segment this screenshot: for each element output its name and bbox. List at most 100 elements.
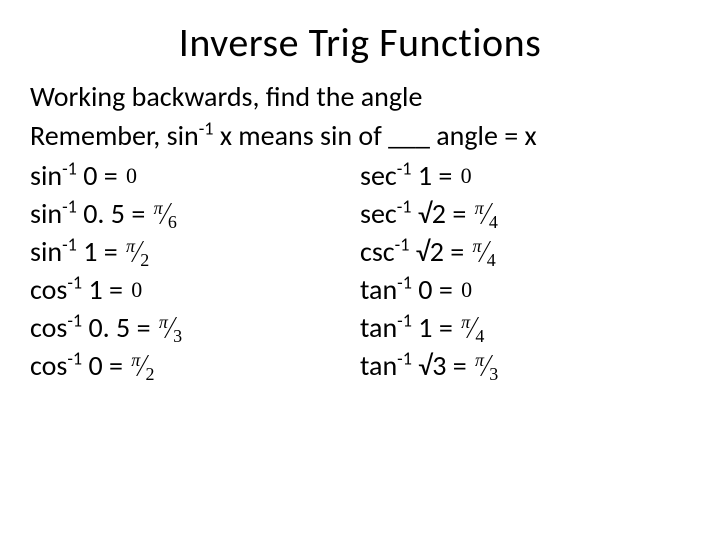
columns: sin-1 0 = 0sin-1 0. 5 = π⁄6sin-1 1 = π⁄2… [30, 157, 690, 385]
equation-row: sec-1 1 = 0 [360, 157, 690, 195]
zero-answer: 0 [461, 161, 472, 191]
argument: 0 = [77, 158, 124, 193]
equation-lhs: sec-1 1 = [360, 157, 459, 195]
superscript: -1 [397, 348, 412, 370]
fraction-answer: π⁄2 [131, 345, 154, 387]
argument: 1 = [77, 234, 124, 269]
intro-line-1: Working backwards, find the angle [30, 79, 690, 114]
function-name: tan [360, 348, 397, 383]
function-name: cos [30, 348, 67, 383]
fraction-denominator: 2 [146, 362, 155, 386]
fraction-numerator: π [461, 310, 470, 334]
equation-row: sin-1 0 = 0 [30, 157, 360, 195]
fraction-slash: ⁄ [136, 231, 140, 273]
equation-lhs: cos-1 0 = [30, 347, 129, 385]
equation-row: sin-1 1 = π⁄2 [30, 233, 360, 271]
fraction-slash: ⁄ [471, 307, 475, 349]
argument: 0 = [412, 272, 459, 307]
equation-lhs: tan-1 1 = [360, 309, 459, 347]
superscript: -1 [62, 158, 77, 180]
fraction-answer: π⁄3 [475, 345, 498, 387]
fraction-denominator: 4 [487, 248, 496, 272]
superscript: -1 [397, 196, 412, 218]
fraction-answer: π⁄4 [473, 231, 496, 273]
equation-lhs: sin-1 0. 5 = [30, 195, 152, 233]
intro-line-2: Remember, sin-1 x means sin of ___ angle… [30, 118, 690, 153]
argument: √3 = [412, 348, 473, 383]
equation-lhs: cos-1 1 = [30, 271, 129, 309]
equation-row: sin-1 0. 5 = π⁄6 [30, 195, 360, 233]
function-name: sec [360, 158, 397, 193]
superscript: -1 [397, 310, 412, 332]
argument: 0. 5 = [82, 310, 157, 345]
equation-row: cos-1 1 = 0 [30, 271, 360, 309]
equation-row: cos-1 0 = π⁄2 [30, 347, 360, 385]
superscript: -1 [67, 348, 82, 370]
fraction-numerator: π [475, 348, 484, 372]
fraction-denominator: 2 [140, 248, 149, 272]
superscript: -1 [395, 234, 410, 256]
superscript: -1 [67, 310, 82, 332]
page-title: Inverse Trig Functions [30, 18, 690, 67]
fraction-answer: π⁄4 [461, 307, 484, 349]
fraction-answer: π⁄2 [126, 231, 149, 273]
function-name: tan [360, 272, 397, 307]
argument: 1 = [412, 310, 459, 345]
fraction-slash: ⁄ [485, 345, 489, 387]
function-name: cos [30, 310, 67, 345]
equation-row: tan-1 1 = π⁄4 [360, 309, 690, 347]
left-column: sin-1 0 = 0sin-1 0. 5 = π⁄6sin-1 1 = π⁄2… [30, 157, 360, 385]
equation-lhs: sin-1 0 = [30, 157, 124, 195]
function-name: sec [360, 196, 397, 231]
zero-answer: 0 [461, 275, 472, 305]
superscript: -1 [62, 234, 77, 256]
fraction-slash: ⁄ [482, 231, 486, 273]
intro-pre: Remember, sin [30, 118, 199, 153]
argument: 0 = [82, 348, 129, 383]
equation-row: cos-1 0. 5 = π⁄3 [30, 309, 360, 347]
superscript: -1 [397, 158, 412, 180]
function-name: sin [30, 234, 62, 269]
fraction-answer: π⁄4 [475, 193, 498, 235]
fraction-answer: π⁄6 [154, 193, 177, 235]
superscript: -1 [67, 272, 82, 294]
equation-lhs: tan-1 √3 = [360, 347, 473, 385]
fraction-answer: π⁄3 [159, 307, 182, 349]
argument: √2 = [409, 234, 470, 269]
fraction-numerator: π [131, 348, 140, 372]
function-name: sin [30, 158, 62, 193]
fraction-denominator: 3 [489, 362, 498, 386]
equation-lhs: sec-1 √2 = [360, 195, 473, 233]
fraction-numerator: π [159, 310, 168, 334]
fraction-numerator: π [473, 234, 482, 258]
argument: 1 = [82, 272, 129, 307]
function-name: sin [30, 196, 62, 231]
fraction-denominator: 6 [168, 210, 177, 234]
equation-lhs: cos-1 0. 5 = [30, 309, 157, 347]
fraction-denominator: 3 [173, 324, 182, 348]
function-name: cos [30, 272, 67, 307]
equation-lhs: sin-1 1 = [30, 233, 124, 271]
equation-row: tan-1 √3 = π⁄3 [360, 347, 690, 385]
fraction-slash: ⁄ [141, 345, 145, 387]
equation-lhs: tan-1 0 = [360, 271, 459, 309]
intro-post: x means sin of ___ angle = x [214, 118, 537, 153]
fraction-slash: ⁄ [163, 193, 167, 235]
superscript: -1 [62, 196, 77, 218]
zero-answer: 0 [126, 161, 137, 191]
equation-row: csc-1 √2 = π⁄4 [360, 233, 690, 271]
superscript: -1 [397, 272, 412, 294]
function-name: csc [360, 234, 395, 269]
fraction-slash: ⁄ [484, 193, 488, 235]
argument: √2 = [412, 196, 473, 231]
fraction-numerator: π [475, 196, 484, 220]
zero-answer: 0 [131, 275, 142, 305]
equation-row: tan-1 0 = 0 [360, 271, 690, 309]
fraction-numerator: π [126, 234, 135, 258]
equation-lhs: csc-1 √2 = [360, 233, 471, 271]
intro-sup: -1 [199, 118, 214, 140]
function-name: tan [360, 310, 397, 345]
fraction-numerator: π [154, 196, 163, 220]
equation-row: sec-1 √2 = π⁄4 [360, 195, 690, 233]
argument: 0. 5 = [77, 196, 152, 231]
